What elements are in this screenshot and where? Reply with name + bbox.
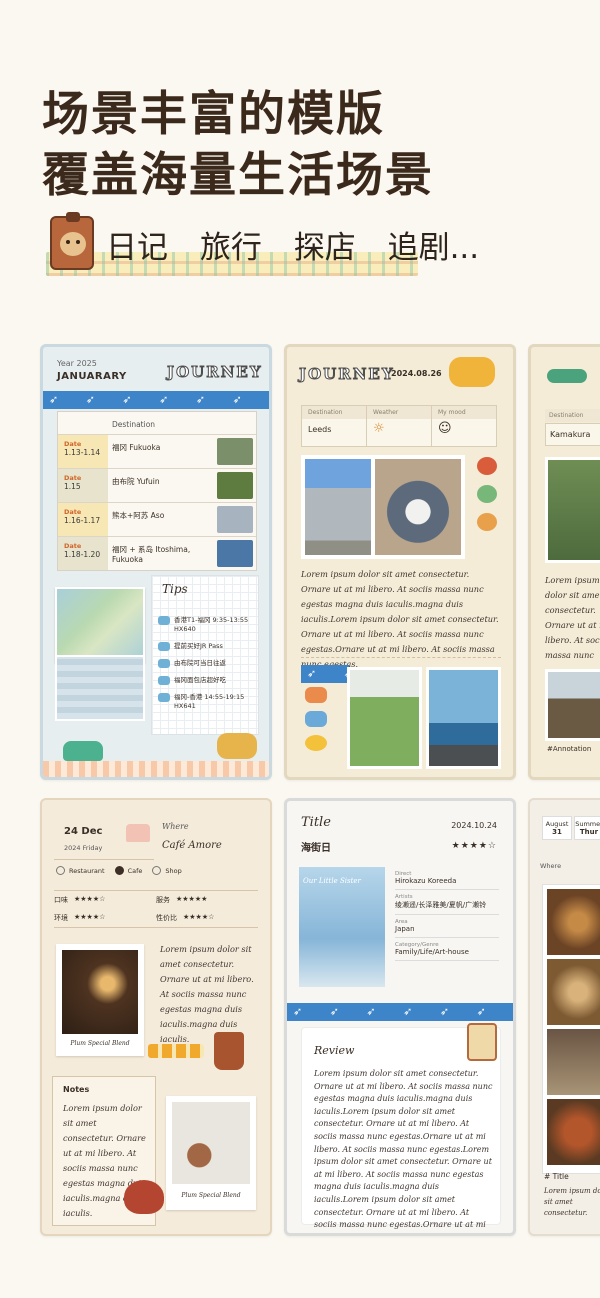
destination-value: Kamakura — [545, 423, 600, 446]
tips-panel: Tips 香港T1-福冈 9:35-13:55 HX640 提前买好JR Pas… — [151, 575, 259, 735]
bird-sticker-icon — [547, 369, 587, 383]
journey-title: JOURNEY — [167, 363, 263, 382]
notes-title: Notes — [63, 1085, 90, 1094]
bird-tape: ➶ ➶ ➶ ➶ ➶ ➶ ➶ ➶ ➶ ➶ — [287, 1003, 513, 1021]
travelers-sticker-icon — [449, 357, 495, 387]
body-text: Lorem ipsum dolor sit amet consectetur. … — [545, 575, 600, 660]
destination-header: Destination — [112, 420, 156, 429]
template-card-travel-plan[interactable]: Year 2025 JANUARARY JOURNEY ➶ ➶ ➶ ➶ ➶ ➶ … — [40, 344, 272, 780]
table-row: Date 1.13-1.14 福冈 Fukuoka — [58, 434, 256, 468]
tag-travel: 旅行 — [199, 230, 262, 266]
info-bar: Destination Leeds Weather ☼ My mood ☺ — [301, 405, 497, 447]
house-sticker-icon — [467, 1023, 497, 1061]
food-stickers — [477, 457, 507, 553]
template-card-movie[interactable]: Title 2024.10.24 海街日 ★★★★☆ Our Little Si… — [284, 798, 516, 1236]
headline-line-1: 场景丰富的模版 — [42, 87, 385, 142]
house-photo — [545, 669, 600, 741]
divider — [301, 657, 501, 658]
photo-row — [347, 667, 501, 769]
orange-tape — [148, 1044, 204, 1058]
tag-row: 日记 旅行 探店 追剧... — [46, 212, 479, 278]
notebook-mascot-icon — [50, 212, 94, 270]
template-card-journey[interactable]: JOURNEY 2024.08.26 Destination Leeds Weat… — [284, 344, 516, 780]
table-row: Date 1.16-1.17 熊本+阿苏 Aso — [58, 502, 256, 536]
ticket-photo — [55, 655, 145, 721]
radio-cafe[interactable]: Cafe — [114, 866, 142, 875]
tip-item: 福冈面包店超好吃 — [156, 676, 260, 685]
dessert-photo: Plum Special Blend — [166, 1096, 256, 1210]
tips-title: Tips — [162, 582, 188, 596]
coffee-pot-icon — [214, 1032, 244, 1070]
bag-icon — [58, 412, 108, 434]
category-radios: Restaurant Cafe Shop — [56, 866, 256, 875]
table-header: Destination — [58, 412, 256, 434]
tag-diary: 日记 — [106, 230, 168, 266]
cafe-photo: Plum Special Blend — [56, 944, 144, 1056]
tip-item: 由布院可当日往返 — [156, 659, 260, 668]
body-text: Lorem ipsum dolor sit amet consectetur. — [544, 1187, 600, 1217]
cafe-body-text: Lorem ipsum dolor sit amet consectetur. … — [160, 944, 254, 1044]
bird-tape: ➶ ➶ ➶ ➶ ➶ ➶ ➶ ➶ ➶ ➶ — [301, 665, 349, 683]
checker-tape — [43, 761, 269, 777]
radio-restaurant[interactable]: Restaurant — [56, 866, 105, 875]
title-label: Title — [301, 815, 331, 830]
movie-poster: Our Little Sister — [299, 867, 385, 987]
year-label: Year 2025 — [57, 359, 97, 368]
table-row: Date 1.15 由布院 Yufuin — [58, 468, 256, 502]
row-photo — [214, 469, 256, 502]
template-card-journey-partial[interactable]: Destination Kamakura Lorem ipsum dolor s… — [528, 344, 600, 780]
tip-item: 香港T1-福冈 9:35-13:55 HX640 — [156, 616, 260, 634]
travelers-sticker-icon — [217, 733, 257, 759]
sun-icon: ☼ — [373, 421, 385, 436]
review-text: Lorem ipsum dolor sit amet consectetur. … — [314, 1069, 493, 1233]
where-label: Where — [162, 822, 189, 831]
journey-date: 2024.08.26 — [391, 369, 442, 378]
table-row: Date 1.18-1.20 福冈 + 系岛 Itoshima, Fukuoka — [58, 536, 256, 570]
car-sticker-icon — [63, 741, 103, 761]
row-photo — [214, 537, 256, 570]
journey-title: JOURNEY — [299, 365, 395, 384]
row-photo — [214, 435, 256, 468]
where-label: Where — [540, 862, 562, 870]
calendar-chips: August31 SummerThur — [542, 816, 600, 840]
annotation-label: #Annotation — [547, 745, 592, 753]
bird-tape: ➶ ➶ ➶ ➶ ➶ ➶ ➶ ➶ ➶ ➶ — [43, 391, 269, 409]
tag-drama: 追剧... — [387, 230, 480, 266]
book-icon — [214, 412, 256, 434]
transport-stickers — [305, 687, 339, 757]
destination-value: Leeds — [308, 425, 332, 434]
tip-item: 福冈-香港 14:55-19:15 HX641 — [156, 693, 260, 711]
headline-line-2: 覆盖海量生活场景 — [42, 148, 434, 203]
tip-item: 提前买好JR Pass — [156, 642, 260, 651]
photo-stack — [542, 884, 600, 1174]
title-label: # Title — [544, 1172, 569, 1181]
itinerary-table: Destination Date 1.13-1.14 福冈 Fukuoka Dat… — [57, 411, 257, 571]
map-photo — [55, 587, 145, 663]
template-card-bakery-partial[interactable]: August31 SummerThur Where # Title Lorem … — [528, 798, 600, 1236]
kettle-icon — [124, 1180, 164, 1214]
statue-photo — [545, 457, 600, 563]
movie-title: 海街日 — [301, 843, 331, 854]
smile-icon: ☺ — [438, 421, 452, 436]
place-name: Café Amore — [162, 840, 222, 851]
cake-icon — [126, 824, 150, 842]
headline: 场景丰富的模版 覆盖海量生活场景 — [42, 84, 434, 206]
tag-shop-visit: 探店 — [293, 230, 356, 266]
date-box: 24 Dec 2024 Friday — [54, 814, 154, 860]
star-rating: ★★★★☆ — [451, 841, 497, 851]
rating-grid: 口味 ★★★★☆ 服务 ★★★★★ 环境 ★★★★☆ 性价比 ★★★★☆ — [54, 890, 258, 928]
radio-shop[interactable]: Shop — [152, 866, 182, 875]
review-date: 2024.10.24 — [451, 821, 497, 830]
tag-list: 日记 旅行 探店 追剧... — [106, 222, 501, 267]
template-card-cafe[interactable]: 24 Dec 2024 Friday Where Café Amore Rest… — [40, 798, 272, 1236]
row-photo — [214, 503, 256, 536]
review-title: Review — [314, 1044, 355, 1057]
month-label: JANUARARY — [57, 371, 127, 382]
photo-collage — [301, 455, 465, 559]
movie-meta: Direct Hirokazu Koreeda Artists 绫濑遥/长泽雅美/夏… — [395, 867, 499, 961]
